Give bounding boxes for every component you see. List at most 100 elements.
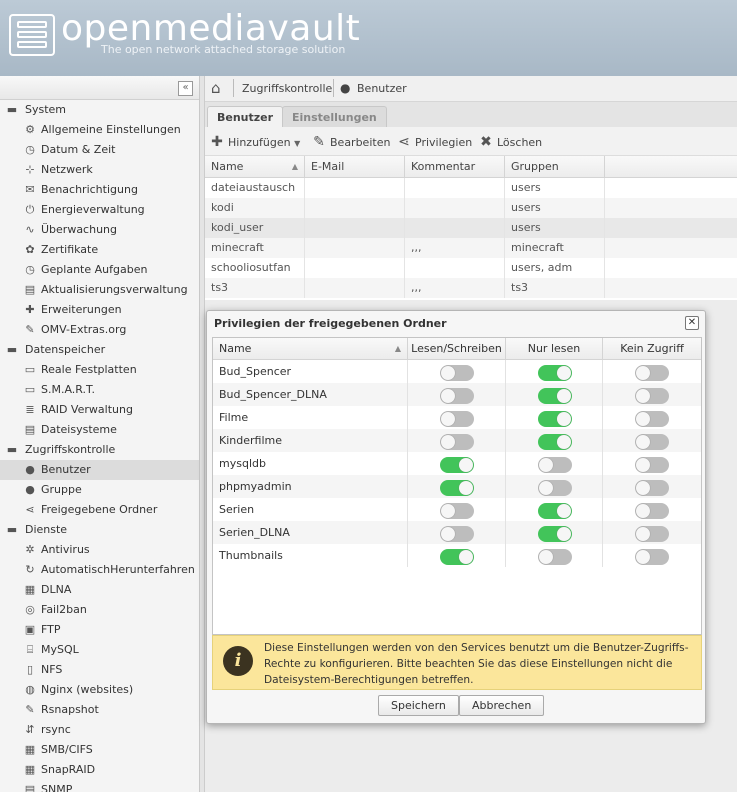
table-row[interactable]: kodi users	[205, 198, 737, 218]
cancel-button[interactable]: Abbrechen	[459, 695, 545, 716]
table-row[interactable]: minecraft,,, minecraft	[205, 238, 737, 258]
sidebar-item-reale-festplatten[interactable]: ▭ Reale Festplatten	[0, 360, 199, 380]
save-button[interactable]: Speichern	[378, 695, 459, 716]
read-only-toggle[interactable]	[538, 480, 572, 496]
sidebar-item-nfs[interactable]: ▯ NFS	[0, 660, 199, 680]
sidebar-toolbar: «	[0, 76, 199, 100]
sidebar-item-label: Dateisysteme	[41, 423, 117, 436]
no-access-toggle[interactable]	[635, 480, 669, 496]
column-header-name[interactable]: Name ▲	[205, 156, 305, 178]
column-header-email[interactable]: E-Mail	[305, 156, 405, 178]
table-row[interactable]: dateiaustausch users	[205, 178, 737, 198]
cell-read	[506, 383, 603, 406]
read-write-toggle[interactable]	[440, 434, 474, 450]
no-access-toggle[interactable]	[635, 457, 669, 473]
sidebar-item-fail2ban[interactable]: ◎ Fail2ban	[0, 600, 199, 620]
read-only-toggle[interactable]	[538, 434, 572, 450]
read-write-toggle[interactable]	[440, 365, 474, 381]
read-write-toggle[interactable]	[440, 388, 474, 404]
table-row[interactable]: schooliosutfan users, adm	[205, 258, 737, 278]
sidebar-item-energieverwaltung[interactable]: ⏻ Energieverwaltung	[0, 200, 199, 220]
edit-button[interactable]: ✎ Bearbeiten	[311, 134, 390, 150]
read-write-toggle[interactable]	[440, 526, 474, 542]
sidebar-item-freigegebene-ordner[interactable]: ⋖ Freigegebene Ordner	[0, 500, 199, 520]
sidebar-item-benutzer[interactable]: ● Benutzer	[0, 460, 199, 480]
read-write-toggle[interactable]	[440, 411, 474, 427]
sidebar-item-netzwerk[interactable]: ⊹ Netzwerk	[0, 160, 199, 180]
home-icon[interactable]: ⌂	[211, 81, 221, 96]
sidebar-item-rsync[interactable]: ⇵ rsync	[0, 720, 199, 740]
no-access-toggle[interactable]	[635, 365, 669, 381]
read-only-toggle[interactable]	[538, 365, 572, 381]
read-only-toggle[interactable]	[538, 503, 572, 519]
read-only-toggle[interactable]	[538, 526, 572, 542]
sidebar-item-ftp[interactable]: ▣ FTP	[0, 620, 199, 640]
sidebar-item-snmp[interactable]: ▤ SNMP	[0, 780, 199, 792]
sidebar-item-s-m-a-r-t[interactable]: ▭ S.M.A.R.T.	[0, 380, 199, 400]
sidebar-item-benachrichtigung[interactable]: ✉ Benachrichtigung	[0, 180, 199, 200]
sidebar-item-omv-extras-org[interactable]: ✎ OMV-Extras.org	[0, 320, 199, 340]
sidebar-item-automatischherunterfahren[interactable]: ↻ AutomatischHerunterfahren	[0, 560, 199, 580]
sidebar-item-raid-verwaltung[interactable]: ≣ RAID Verwaltung	[0, 400, 199, 420]
sidebar-item-geplante-aufgaben[interactable]: ◷ Geplante Aufgaben	[0, 260, 199, 280]
folder-icon: ▬	[6, 523, 18, 536]
column-header-read-only[interactable]: Nur lesen	[506, 338, 603, 360]
breadcrumb-section[interactable]: Zugriffskontrolle	[242, 82, 332, 95]
read-write-toggle[interactable]	[440, 457, 474, 473]
sidebar-item-smb-cifs[interactable]: ▦ SMB/CIFS	[0, 740, 199, 760]
read-only-toggle[interactable]	[538, 411, 572, 427]
nav-group-datenspeicher[interactable]: ▬ Datenspeicher	[0, 340, 199, 360]
read-write-toggle[interactable]	[440, 503, 474, 519]
sidebar-item-gruppe[interactable]: ● Gruppe	[0, 480, 199, 500]
tab-settings[interactable]: Einstellungen	[282, 106, 387, 127]
read-only-toggle[interactable]	[538, 457, 572, 473]
sidebar-item-allgemeine-einstellungen[interactable]: ⚙ Allgemeine Einstellungen	[0, 120, 199, 140]
collapse-icon[interactable]: «	[178, 81, 193, 96]
sidebar-item-dateisysteme[interactable]: ▤ Dateisysteme	[0, 420, 199, 440]
cell-comment: ,,,	[405, 278, 505, 298]
no-access-toggle[interactable]	[635, 411, 669, 427]
sidebar-item-rsnapshot[interactable]: ✎ Rsnapshot	[0, 700, 199, 720]
nav-group-system[interactable]: ▬ System	[0, 100, 199, 120]
sidebar-item-antivirus[interactable]: ✲ Antivirus	[0, 540, 199, 560]
read-write-toggle[interactable]	[440, 549, 474, 565]
no-access-toggle[interactable]	[635, 503, 669, 519]
add-button[interactable]: ✚ Hinzufügen ▼	[209, 134, 300, 150]
sidebar-item-snapraid[interactable]: ▦ SnapRAID	[0, 760, 199, 780]
sidebar-item-zertifikate[interactable]: ✿ Zertifikate	[0, 240, 199, 260]
delete-button[interactable]: ✖ Löschen	[478, 134, 542, 150]
read-only-toggle[interactable]	[538, 388, 572, 404]
no-access-toggle[interactable]	[635, 388, 669, 404]
folder-icon: ▬	[6, 443, 18, 456]
column-header-comment[interactable]: Kommentar	[405, 156, 505, 178]
sidebar-item-dlna[interactable]: ▦ DLNA	[0, 580, 199, 600]
sidebar-item-berwachung[interactable]: ∿ Überwachung	[0, 220, 199, 240]
no-access-toggle[interactable]	[635, 434, 669, 450]
close-icon[interactable]: ✕	[685, 316, 699, 330]
cell-read	[506, 498, 603, 521]
grid-header: Name ▲ E-Mail Kommentar Gruppen	[205, 156, 737, 178]
privileges-button[interactable]: ⋖ Privilegien	[396, 134, 472, 150]
nav-group-dienste[interactable]: ▬ Dienste	[0, 520, 199, 540]
table-row[interactable]: kodi_user users	[205, 218, 737, 238]
no-access-toggle[interactable]	[635, 526, 669, 542]
cell-name: schooliosutfan	[205, 258, 305, 278]
read-write-toggle[interactable]	[440, 480, 474, 496]
info-text: Diese Einstellungen werden von den Servi…	[264, 642, 689, 686]
database-icon: ⌸	[26, 643, 34, 656]
sidebar-item-nginx-websites[interactable]: ◍ Nginx (websites)	[0, 680, 199, 700]
column-header-name[interactable]: Name ▲	[213, 338, 408, 360]
sidebar-item-datum-zeit[interactable]: ◷ Datum & Zeit	[0, 140, 199, 160]
table-row[interactable]: ts3,,, ts3	[205, 278, 737, 298]
column-header-read-write[interactable]: Lesen/Schreiben	[408, 338, 506, 360]
windows-icon: ▦	[24, 743, 36, 756]
nav-group-zugriffskontrolle[interactable]: ▬ Zugriffskontrolle	[0, 440, 199, 460]
column-header-no-access[interactable]: Kein Zugriff	[603, 338, 701, 360]
sidebar-item-mysql[interactable]: ⌸ MySQL	[0, 640, 199, 660]
column-header-groups[interactable]: Gruppen	[505, 156, 605, 178]
read-only-toggle[interactable]	[538, 549, 572, 565]
no-access-toggle[interactable]	[635, 549, 669, 565]
sidebar-item-erweiterungen[interactable]: ✚ Erweiterungen	[0, 300, 199, 320]
tab-users[interactable]: Benutzer	[207, 106, 284, 127]
sidebar-item-aktualisierungsverwaltung[interactable]: ▤ Aktualisierungsverwaltung	[0, 280, 199, 300]
